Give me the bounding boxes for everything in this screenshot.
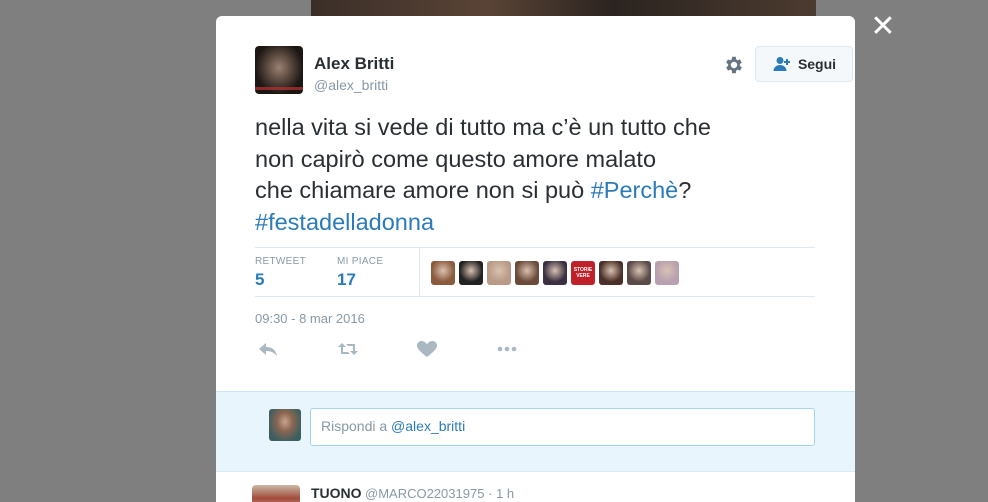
liker-avatar[interactable]: STORIE VERE — [571, 261, 595, 285]
tweet-timestamp[interactable]: 09:30 - 8 mar 2016 — [255, 311, 365, 326]
liker-avatar[interactable] — [543, 261, 567, 285]
reply-mention: @alex_britti — [391, 418, 466, 434]
reply-icon[interactable] — [257, 340, 279, 358]
liker-avatars: STORIE VERE — [431, 261, 679, 285]
likes-label: MI PIACE — [337, 256, 384, 267]
next-tweet-avatar[interactable] — [252, 485, 300, 502]
tweet-text-line: non capirò come questo amore malato — [255, 145, 657, 172]
add-user-icon — [773, 57, 790, 71]
hashtag-festadelladonna[interactable]: #festadelladonna — [255, 209, 434, 235]
author-username[interactable]: @alex_britti — [314, 77, 388, 93]
gear-icon[interactable] — [723, 54, 745, 76]
likes-stat[interactable]: MI PIACE 17 — [337, 256, 383, 290]
liker-avatar[interactable] — [599, 261, 623, 285]
liker-avatar[interactable] — [431, 261, 455, 285]
author-avatar[interactable] — [255, 46, 303, 94]
tweet-text-fragment: ? — [678, 177, 692, 203]
liker-avatar[interactable] — [515, 261, 539, 285]
reply-placeholder: Rispondi a — [321, 418, 392, 434]
author-fullname[interactable]: Alex Britti — [314, 54, 394, 74]
tweet-text-fragment: che chiamare amore non si può — [255, 177, 591, 203]
more-icon[interactable] — [496, 340, 518, 358]
follow-button[interactable]: Segui — [755, 46, 853, 82]
next-tweet-name[interactable]: TUONO — [311, 485, 362, 501]
tweet-actions — [255, 340, 555, 360]
tweet-text-line: che chiamare amore non si può #Perchè? — [255, 175, 825, 207]
current-user-avatar — [269, 409, 301, 441]
retweet-count: 5 — [255, 270, 265, 289]
reply-input[interactable]: Rispondi a @alex_britti — [310, 408, 815, 446]
follow-label: Segui — [797, 56, 837, 72]
tweet-stats: RETWEET 5 MI PIACE 17 STORIE VERE — [255, 247, 815, 297]
liker-avatar[interactable] — [655, 261, 679, 285]
liker-avatar[interactable] — [459, 261, 483, 285]
retweet-icon[interactable] — [337, 340, 359, 358]
heart-icon[interactable] — [416, 340, 438, 358]
close-icon[interactable]: ✕ — [868, 12, 898, 42]
tweet-header: Alex Britti @alex_britti Segui — [255, 46, 853, 96]
hashtag-perche[interactable]: #Perchè — [591, 177, 679, 203]
tweet-modal: Alex Britti @alex_britti Segui nella vit… — [216, 16, 855, 502]
retweet-stat[interactable]: RETWEET 5 — [255, 256, 306, 290]
tweet-text-line: #festadelladonna — [255, 207, 825, 239]
next-tweet-meta: @MARCO22031975 · 1 h — [365, 486, 515, 501]
tweet-text-line: nella vita si vede di tutto ma c’è un tu… — [255, 114, 711, 140]
liker-avatar[interactable] — [487, 261, 511, 285]
tweet-text: nella vita si vede di tutto ma c’è un tu… — [255, 112, 825, 238]
likes-count: 17 — [337, 270, 356, 289]
retweet-label: RETWEET — [255, 256, 306, 267]
next-tweet[interactable]: TUONO @MARCO22031975 · 1 h — [216, 471, 855, 502]
reply-bar: Rispondi a @alex_britti — [216, 391, 855, 471]
stats-divider — [419, 248, 420, 296]
liker-avatar[interactable] — [627, 261, 651, 285]
